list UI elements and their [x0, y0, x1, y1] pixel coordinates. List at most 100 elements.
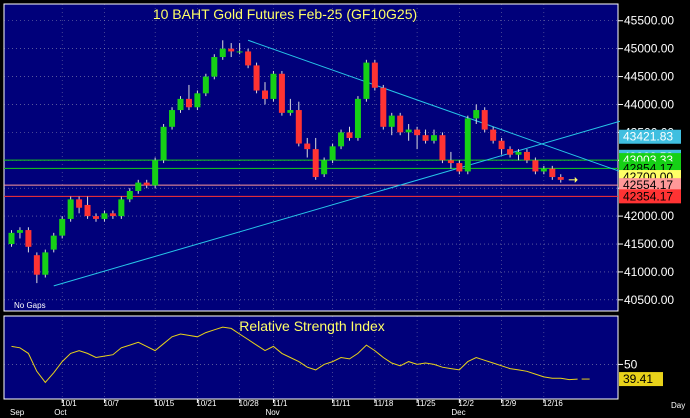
candle-down — [414, 129, 421, 136]
candle-down — [33, 255, 40, 275]
candle-down — [523, 151, 530, 161]
candle-up — [101, 213, 108, 219]
candle-up — [67, 199, 74, 219]
candle-up — [152, 160, 159, 186]
candle-down — [490, 129, 497, 141]
chart-stage: 40500.0041000.0041500.0042000.0042500.00… — [0, 0, 690, 418]
x-tick-label: 12/2 — [458, 399, 474, 408]
candle-down — [312, 149, 319, 178]
candle-down — [507, 149, 514, 155]
candle-down — [481, 110, 488, 130]
price-tick-label: 42000.00 — [624, 209, 674, 223]
candle-up — [50, 235, 57, 250]
candle-down — [557, 177, 564, 180]
level-label: 43421.83 — [623, 130, 673, 144]
candle-up — [338, 132, 345, 147]
price-tick-label: 41000.00 — [624, 265, 674, 279]
candle-up — [464, 118, 471, 172]
rsi-y-axis: 5039.41 — [618, 357, 663, 387]
candle-down — [456, 163, 463, 172]
candle-up — [177, 98, 184, 111]
candle-down — [262, 90, 268, 99]
candle-down — [380, 87, 387, 127]
candle-down — [498, 140, 505, 150]
candle-up — [118, 199, 125, 217]
price-tick-label: 44000.00 — [624, 97, 674, 111]
candle-up — [270, 73, 277, 99]
candle-down — [397, 115, 404, 133]
candle-down — [228, 48, 235, 52]
month-label: Nov — [265, 408, 279, 417]
candle-up — [219, 48, 226, 58]
candle-up — [59, 218, 66, 236]
candle-up — [287, 110, 294, 113]
x-tick-label: 10/28 — [239, 399, 260, 408]
candle-down — [25, 230, 32, 247]
month-label: Dec — [451, 408, 465, 417]
candle-up — [169, 110, 176, 127]
candle-down — [439, 135, 446, 161]
candle-up — [236, 51, 243, 53]
axis-unit-label: Day — [671, 401, 685, 410]
chart-title: 10 BAHT Gold Futures Feb-25 (GF10G25) — [153, 6, 417, 22]
price-tick-label: 41500.00 — [624, 237, 674, 251]
candle-up — [405, 129, 412, 133]
candle-down — [76, 199, 83, 208]
price-tick-label: 45500.00 — [624, 14, 674, 28]
candle-down — [109, 213, 116, 217]
x-tick-label: 11/11 — [332, 399, 351, 408]
rsi-title: Relative Strength Index — [239, 318, 385, 334]
candle-down — [346, 132, 353, 138]
candle-up — [329, 146, 336, 161]
x-tick-label: 11/1 — [272, 399, 288, 408]
price-tick-label: 44500.00 — [624, 70, 674, 84]
candle-down — [245, 51, 252, 66]
candle-down — [549, 168, 556, 178]
candle-up — [135, 182, 142, 191]
x-tick-label: 11/18 — [374, 399, 394, 408]
level-labels: 43421.8343062.5843003.3342854.1742700.00… — [619, 129, 681, 204]
candle-up — [194, 93, 201, 108]
candle-up — [431, 135, 437, 141]
candle-down — [143, 182, 150, 186]
price-tick-label: 45000.00 — [624, 42, 674, 56]
x-tick-label: 10/7 — [103, 399, 119, 408]
candle-up — [126, 190, 133, 200]
candle-up — [515, 151, 522, 155]
candle-up — [16, 230, 23, 233]
candle-up — [354, 98, 361, 138]
candle-up — [160, 126, 167, 161]
candle-down — [253, 65, 260, 91]
month-label: Oct — [54, 408, 67, 417]
candle-up — [8, 232, 15, 245]
candle-down — [185, 98, 192, 108]
candle-down — [295, 110, 302, 144]
candle-up — [211, 57, 218, 77]
candle-up — [202, 76, 209, 94]
candle-up — [540, 168, 547, 172]
rsi-tick-label: 50 — [624, 357, 638, 371]
candle-up — [321, 160, 328, 175]
level-label: 42354.17 — [623, 189, 673, 203]
x-tick-label: 12/16 — [543, 399, 564, 408]
candle-down — [532, 160, 539, 172]
candle-up — [388, 115, 395, 127]
x-tick-label: 12/9 — [501, 399, 517, 408]
candle-down — [84, 204, 91, 217]
candle-up — [473, 110, 480, 119]
price-tick-label: 40500.00 — [624, 293, 674, 307]
no-gaps-note: No Gaps — [14, 301, 46, 310]
candle-down — [93, 216, 99, 219]
candle-down — [304, 143, 311, 150]
candle-up — [42, 252, 49, 275]
rsi-last-value: 39.41 — [623, 372, 653, 386]
candle-down — [447, 160, 454, 164]
candle-down — [422, 135, 429, 141]
candle-up — [363, 62, 370, 99]
candle-down — [371, 62, 378, 88]
candle-down — [278, 73, 285, 113]
x-tick-label: 10/15 — [154, 399, 175, 408]
x-tick-label: 10/1 — [61, 399, 77, 408]
x-axis: 10/1 10/7 10/15 10/21 10/28 11/1 11/11 11/18 11/… — [10, 399, 563, 417]
x-tick-label: 10/21 — [196, 399, 217, 408]
